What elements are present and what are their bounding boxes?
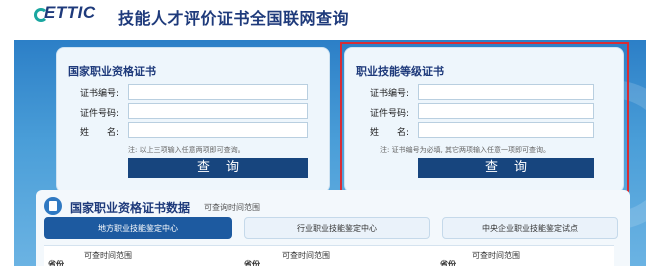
national-search-note: 注: 以上三项输入任意两项即可查询。 bbox=[128, 146, 245, 154]
column-header-time-range: 可查时间范围 bbox=[282, 251, 330, 260]
skill-id-number-input[interactable] bbox=[418, 103, 594, 119]
national-cert-number-input[interactable] bbox=[128, 84, 308, 100]
column-header-province: 省份 bbox=[48, 260, 64, 266]
national-id-number-input[interactable] bbox=[128, 103, 308, 119]
skill-cert-number-input[interactable] bbox=[418, 84, 594, 100]
national-query-button[interactable]: 查询 bbox=[128, 158, 308, 178]
national-name-input[interactable] bbox=[128, 122, 308, 138]
column-header-time-range: 可查时间范围 bbox=[84, 251, 132, 260]
column-header-time-range: 可查时间范围 bbox=[472, 251, 520, 260]
id-number-label: 证件号码: bbox=[370, 109, 410, 119]
document-icon bbox=[44, 197, 62, 215]
cert-number-label: 证书编号: bbox=[80, 89, 120, 99]
skill-search-note: 注: 证书编号为必填, 其它两项输入任意一项即可查询。 bbox=[380, 146, 551, 154]
tab-local-center[interactable]: 地方职业技能鉴定中心 bbox=[44, 217, 232, 239]
tab-central-enterprise[interactable]: 中央企业职业技能鉴定试点 bbox=[442, 217, 618, 239]
skill-name-input[interactable] bbox=[418, 122, 594, 138]
skill-query-button[interactable]: 查询 bbox=[418, 158, 594, 178]
site-header: ETTIC 技能人才评价证书全国联网查询 bbox=[0, 0, 660, 40]
id-number-label: 证件号码: bbox=[80, 109, 120, 119]
site-logo[interactable]: ETTIC bbox=[44, 3, 96, 23]
column-header-province: 省份 bbox=[244, 260, 260, 266]
name-label: 姓 名: bbox=[80, 128, 120, 138]
cert-number-label: 证书编号: bbox=[370, 89, 410, 99]
name-label: 姓 名: bbox=[370, 128, 410, 138]
cert-data-title: 国家职业资格证书数据 bbox=[70, 201, 191, 215]
cert-data-subtitle: 可查询时间范围 bbox=[204, 203, 260, 212]
national-cert-title: 国家职业资格证书 bbox=[68, 65, 156, 78]
tab-industry-center[interactable]: 行业职业技能鉴定中心 bbox=[244, 217, 430, 239]
column-header-province: 省份 bbox=[440, 260, 456, 266]
site-title: 技能人才评价证书全国联网查询 bbox=[118, 9, 350, 28]
skill-level-cert-title: 职业技能等级证书 bbox=[356, 65, 444, 78]
